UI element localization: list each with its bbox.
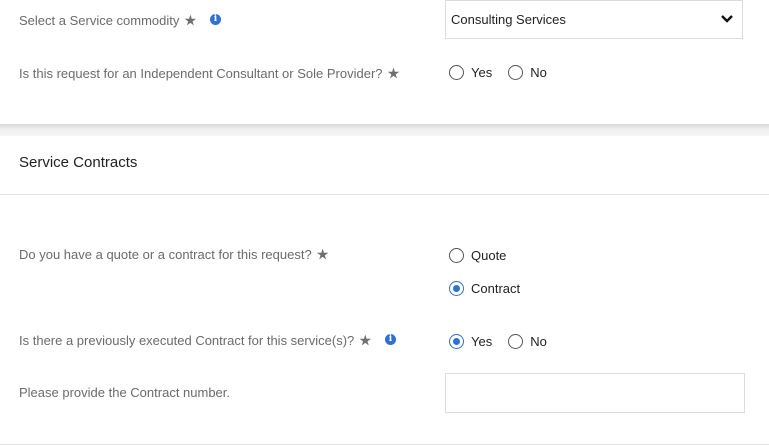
section-title: Service Contracts <box>19 154 138 171</box>
radio-circle-icon[interactable] <box>449 281 464 296</box>
previous-contract-no-radio[interactable]: No <box>508 334 547 349</box>
previous-contract-radio-group: Yes No <box>449 334 563 349</box>
previous-contract-label-row: Is there a previously executed Contract … <box>19 333 372 348</box>
required-star-icon <box>184 14 197 26</box>
contract-number-label-row: Please provide the Contract number. <box>19 385 230 400</box>
commodity-label: Select a Service commodity <box>19 13 180 28</box>
previous-contract-label: Is there a previously executed Contract … <box>19 333 355 348</box>
independent-consultant-label: Is this request for an Independent Consu… <box>19 66 383 81</box>
commodity-select[interactable]: Consulting Services <box>445 0 743 39</box>
contract-number-label: Please provide the Contract number. <box>19 385 231 400</box>
contract-radio[interactable]: Contract <box>449 281 520 296</box>
info-icon[interactable]: i <box>210 14 221 25</box>
quote-contract-label-row: Do you have a quote or a contract for th… <box>19 247 329 262</box>
radio-circle-icon[interactable] <box>449 65 464 80</box>
previous-contract-yes-radio[interactable]: Yes <box>449 334 492 349</box>
independent-consultant-label-row: Is this request for an Independent Consu… <box>19 66 400 81</box>
radio-label: No <box>530 65 547 80</box>
radio-circle-icon[interactable] <box>508 65 524 80</box>
quote-radio[interactable]: Quote <box>449 248 506 263</box>
radio-circle-icon[interactable] <box>508 334 524 349</box>
radio-label: No <box>530 334 547 349</box>
required-star-icon <box>387 67 400 79</box>
radio-label: Yes <box>471 65 493 80</box>
required-star-icon <box>359 334 372 346</box>
chevron-down-icon <box>721 15 733 23</box>
radio-label: Quote <box>471 248 507 263</box>
info-icon[interactable]: i <box>385 334 396 345</box>
section-separator <box>0 124 769 136</box>
required-star-icon <box>316 248 329 260</box>
commodity-selected-value: Consulting Services <box>451 12 566 27</box>
radio-circle-icon[interactable] <box>449 334 464 349</box>
section-divider <box>0 194 769 195</box>
independent-consultant-radio-group: Yes No <box>449 65 563 80</box>
commodity-label-row: Select a Service commodity <box>19 13 197 28</box>
quote-contract-label: Do you have a quote or a contract for th… <box>19 247 312 262</box>
radio-circle-icon[interactable] <box>449 248 464 263</box>
contract-number-input[interactable] <box>445 373 745 413</box>
independent-consultant-yes-radio[interactable]: Yes <box>449 65 492 80</box>
radio-label: Yes <box>471 334 493 349</box>
radio-label: Contract <box>471 281 521 296</box>
bottom-divider <box>0 444 769 445</box>
independent-consultant-no-radio[interactable]: No <box>508 65 547 80</box>
